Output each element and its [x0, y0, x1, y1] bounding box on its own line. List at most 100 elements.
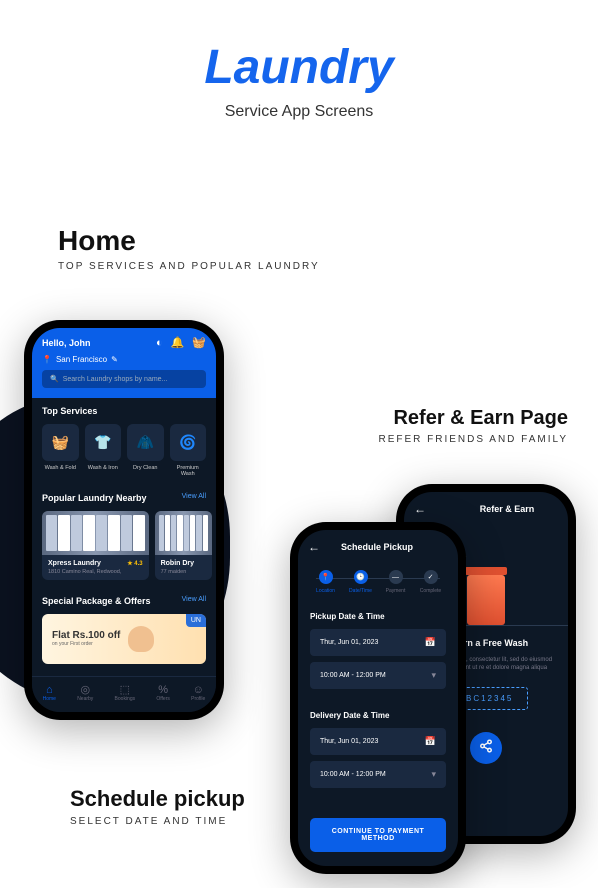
pin-icon: 📍: [42, 355, 52, 364]
bottom-nav: ⌂Home ◎Nearby ⬚Bookings %Offers ☺Profile: [32, 676, 216, 712]
bell-icon[interactable]: 🔔: [171, 336, 185, 349]
home-section-label: Home TOP SERVICES AND POPULAR LAUNDRY: [58, 225, 320, 272]
page-title-block: Laundry Service App Screens: [0, 40, 598, 121]
page-subtitle: Service App Screens: [0, 103, 598, 121]
step-label: Complete: [413, 588, 448, 594]
top-services-title: Top Services: [42, 406, 97, 416]
delivery-section-title: Delivery Date & Time: [310, 711, 446, 720]
delivery-time-select[interactable]: 10:00 AM - 12:00 PM ▾: [310, 761, 446, 788]
nearby-card[interactable]: Xpress Laundry ★ 4.3 1810 Camino Real, Re…: [42, 511, 149, 580]
refer-sub: REFER FRIENDS AND FAMILY: [378, 434, 568, 445]
back-icon[interactable]: ←: [414, 502, 426, 516]
shop-address: 77 maiden: [161, 569, 206, 575]
pickup-date-input[interactable]: Thur, Jun 01, 2023 📅: [310, 629, 446, 656]
shop-name: Robin Dry: [161, 560, 194, 567]
share-button[interactable]: [470, 732, 502, 764]
calendar-icon: 📅: [425, 637, 436, 648]
step-dot-icon: 🕒: [354, 570, 368, 584]
shop-address: 1810 Camino Real, Redwood,: [48, 569, 143, 575]
refer-heading: Refer & Earn Page: [378, 407, 568, 430]
stepper: 📍 Location 🕒 Date/Time — Payment ✓ Compl…: [298, 564, 458, 604]
greeting-text: Hello, John: [42, 338, 91, 348]
share-icon: [479, 739, 493, 756]
nav-icon: %: [156, 684, 170, 696]
chevron-down-icon: ▾: [431, 670, 436, 681]
schedule-toolbar: ← Schedule Pickup: [298, 530, 458, 564]
service-label: Wash & Fold: [42, 465, 79, 471]
delivery-date-value: Thur, Jun 01, 2023: [320, 738, 378, 745]
refer-toolbar-title: Refer & Earn: [456, 504, 558, 514]
nav-profile[interactable]: ☺Profile: [191, 684, 205, 702]
nav-icon: ◎: [77, 683, 93, 696]
delivery-time-value: 10:00 AM - 12:00 PM: [320, 771, 386, 778]
step-label: Date/Time: [343, 588, 378, 594]
refer-section-label: Refer & Earn Page REFER FRIENDS AND FAMI…: [378, 407, 568, 445]
step-location[interactable]: 📍 Location: [308, 570, 343, 594]
service-icon: 👕: [85, 424, 122, 461]
service-label: Premium Wash: [170, 465, 207, 477]
basket-icon[interactable]: 🧺: [192, 336, 206, 349]
offer-tag: UN: [186, 614, 206, 627]
pickup-section-title: Pickup Date & Time: [310, 612, 446, 621]
service-icon: 🌀: [170, 424, 207, 461]
chevron-down-icon: ▾: [431, 769, 436, 780]
offer-sub: on your First order: [52, 641, 120, 647]
offers-title: Special Package & Offers: [42, 596, 151, 606]
schedule-heading: Schedule pickup: [70, 786, 245, 812]
service-label: Wash & Iron: [85, 465, 122, 471]
step-date/time[interactable]: 🕒 Date/Time: [343, 570, 378, 594]
step-dot-icon: 📍: [319, 570, 333, 584]
home-heading: Home: [58, 225, 320, 257]
search-icon: 🔍: [50, 375, 59, 383]
nav-icon: ☺: [191, 684, 205, 696]
schedule-sub: SELECT DATE AND TIME: [70, 816, 245, 827]
nearby-title: Popular Laundry Nearby: [42, 493, 147, 503]
location-text: San Francisco: [56, 355, 107, 364]
service-label: Dry Clean: [127, 465, 164, 471]
nav-icon: ⬚: [115, 683, 136, 696]
page-title: Laundry: [0, 40, 598, 95]
continue-button[interactable]: CONTINUE TO PAYMENT METHOD: [310, 818, 446, 852]
service-item[interactable]: 🌀 Premium Wash: [170, 424, 207, 477]
schedule-phone: ← Schedule Pickup 📍 Location 🕒 Date/Time…: [290, 522, 466, 874]
service-icon: 🧥: [127, 424, 164, 461]
calendar-icon: 📅: [425, 736, 436, 747]
step-dot-icon: —: [389, 570, 403, 584]
schedule-toolbar-title: Schedule Pickup: [306, 542, 448, 552]
home-sub: TOP SERVICES AND POPULAR LAUNDRY: [58, 261, 320, 272]
moon-icon[interactable]: ◐: [156, 337, 163, 349]
nav-offers[interactable]: %Offers: [156, 684, 170, 702]
view-all-link[interactable]: View All: [182, 596, 206, 606]
service-item[interactable]: 🧥 Dry Clean: [127, 424, 164, 477]
shop-rating: ★ 4.3: [127, 560, 142, 567]
edit-icon: ✎: [111, 355, 118, 364]
schedule-section-label: Schedule pickup SELECT DATE AND TIME: [70, 786, 245, 827]
shop-name: Xpress Laundry: [48, 560, 101, 567]
step-label: Location: [308, 588, 343, 594]
home-header: Hello, John ◐ 🔔 🧺 📍 San Francisco ✎ 🔍 Se…: [32, 328, 216, 398]
home-phone: Hello, John ◐ 🔔 🧺 📍 San Francisco ✎ 🔍 Se…: [24, 320, 224, 720]
search-input[interactable]: 🔍 Search Laundry shops by name...: [42, 370, 206, 388]
step-payment[interactable]: — Payment: [378, 570, 413, 594]
view-all-link[interactable]: View All: [182, 493, 206, 503]
nearby-card[interactable]: Robin Dry 77 maiden: [155, 511, 212, 580]
offer-card[interactable]: Flat Rs.100 off on your First order UN: [42, 614, 206, 664]
nav-home[interactable]: ⌂Home: [43, 684, 56, 702]
pickup-time-select[interactable]: 10:00 AM - 12:00 PM ▾: [310, 662, 446, 689]
offer-text: Flat Rs.100 off: [52, 630, 120, 641]
service-icon: 🧺: [42, 424, 79, 461]
service-item[interactable]: 👕 Wash & Iron: [85, 424, 122, 477]
gift-icon: [467, 575, 505, 625]
refer-toolbar: ← Refer & Earn: [404, 492, 568, 526]
nav-nearby[interactable]: ◎Nearby: [77, 683, 93, 702]
service-item[interactable]: 🧺 Wash & Fold: [42, 424, 79, 477]
delivery-date-input[interactable]: Thur, Jun 01, 2023 📅: [310, 728, 446, 755]
nav-bookings[interactable]: ⬚Bookings: [115, 683, 136, 702]
pickup-date-value: Thur, Jun 01, 2023: [320, 639, 378, 646]
search-placeholder: Search Laundry shops by name...: [63, 376, 168, 383]
nav-icon: ⌂: [43, 684, 56, 696]
location-row[interactable]: 📍 San Francisco ✎: [42, 355, 206, 364]
pickup-time-value: 10:00 AM - 12:00 PM: [320, 672, 386, 679]
step-complete[interactable]: ✓ Complete: [413, 570, 448, 594]
step-label: Payment: [378, 588, 413, 594]
